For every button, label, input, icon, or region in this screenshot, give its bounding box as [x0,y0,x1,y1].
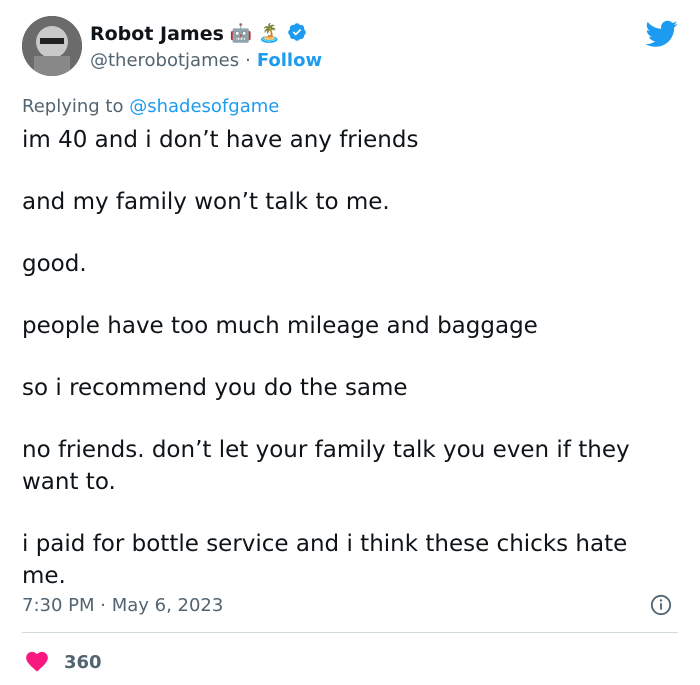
like-count[interactable]: 360 [64,652,102,673]
divider [22,632,678,633]
replying-to: Replying to @shadesofgame [22,96,279,117]
verified-badge-icon [287,22,307,46]
follow-button[interactable]: Follow [257,50,322,71]
island-emoji: 🏝️ [258,23,281,44]
tweet-paragraph: and my family won’t talk to me. [22,189,390,215]
reply-mention-link[interactable]: @shadesofgame [129,96,279,117]
author-handle[interactable]: @therobotjames [90,50,239,71]
tweet-text: im 40 and i don’t have any friends and m… [22,124,672,622]
display-name[interactable]: Robot James [90,23,224,45]
handle-row: @therobotjames · Follow [90,50,322,71]
replying-prefix: Replying to [22,96,124,117]
tweet-paragraph: no friends. don’t let your family talk y… [22,437,630,495]
robot-emoji: 🤖 [229,23,253,44]
tweet-paragraph: good. [22,251,87,277]
avatar[interactable] [22,16,82,76]
twitter-bird-icon[interactable] [645,20,678,48]
tweet-timestamp[interactable]: 7:30 PM · May 6, 2023 [22,595,223,616]
heart-icon[interactable] [24,648,50,677]
handle-separator: · [245,50,251,71]
tweet-paragraph: so i recommend you do the same [22,375,408,401]
tweet-paragraph: im 40 and i don’t have any friends [22,127,419,153]
like-row: 360 [24,648,102,677]
tweet-paragraph: people have too much mileage and baggage [22,313,538,339]
author-name-row: Robot James 🤖 🏝️ [90,22,307,46]
info-icon[interactable] [650,594,672,616]
tweet-paragraph: i paid for bottle service and i think th… [22,531,628,589]
